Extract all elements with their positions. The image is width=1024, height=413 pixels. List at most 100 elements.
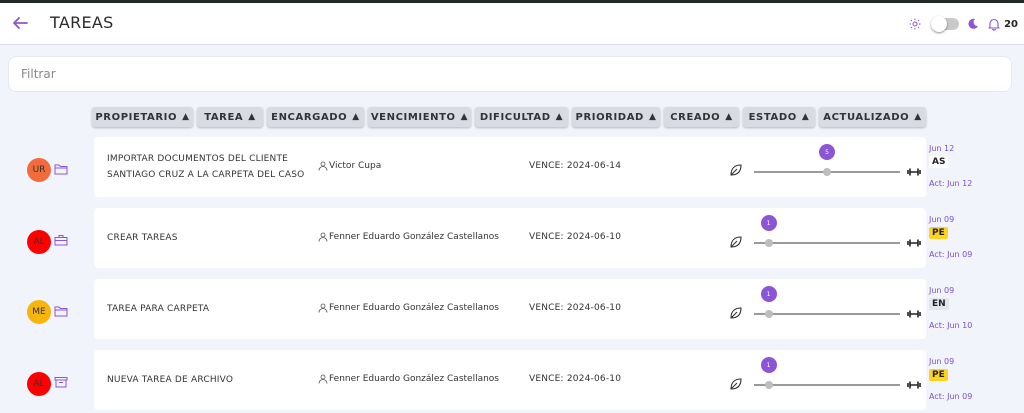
task-updated-date: Act: Jun 09 (929, 250, 973, 259)
difficulty-slider-thumb[interactable] (764, 310, 773, 318)
owner-avatar: UR (27, 158, 51, 182)
difficulty-slider-track[interactable] (754, 313, 900, 315)
task-created-date: Jun 09 (929, 215, 955, 224)
assignee-name: Victor Cupa (329, 161, 382, 171)
user-icon (318, 161, 328, 171)
task-title-line: TAREA PARA CARPETA (107, 304, 210, 314)
column-creado[interactable]: CREADO ▲ (664, 107, 739, 127)
archive-icon (54, 377, 68, 388)
dumbbell-icon (907, 310, 921, 318)
column-propietario[interactable]: PROPIETARIO ▲ (92, 107, 193, 127)
header-actions: 20 (909, 15, 1018, 33)
leaf-icon (730, 164, 742, 176)
chevron-up-icon: ▲ (460, 112, 469, 122)
column-actualizado[interactable]: ACTUALIZADO ▲ (819, 107, 926, 127)
task-title-line: CREAR TAREAS (107, 233, 178, 243)
briefcase-icon (54, 235, 68, 246)
difficulty-slider-track[interactable] (754, 242, 900, 244)
task-due-date: VENCE: 2024-06-14 (529, 161, 622, 171)
column-sort-headers: PROPIETARIO ▲ TAREA ▲ ENCARGADO ▲ VENCIMIEN… (92, 107, 930, 127)
column-label: TAREA (204, 111, 244, 123)
chevron-up-icon: ▲ (352, 112, 360, 122)
column-vencimiento[interactable]: VENCIMIENTO ▲ (368, 107, 471, 127)
column-prioridad[interactable]: PRIORIDAD ▲ (572, 107, 660, 127)
task-assignee: Victor Cupa (318, 161, 381, 171)
difficulty-slider-track[interactable] (754, 384, 900, 386)
task-row[interactable]: AL NUEVA TAREA DE ARCHIVO Fenner Eduardo… (0, 350, 1024, 410)
back-arrow-icon[interactable] (10, 13, 30, 33)
leaf-icon (730, 307, 742, 319)
assignee-name: Fenner Eduardo González Castellanos (329, 374, 499, 384)
theme-toggle[interactable] (931, 16, 960, 32)
column-dificultad[interactable]: DIFICULTAD ▲ (475, 107, 568, 127)
app-header: TAREAS 20 (0, 3, 1024, 45)
task-title[interactable]: NUEVA TAREA DE ARCHIVO (107, 372, 233, 388)
task-created-date: Jun 12 (929, 144, 955, 153)
moon-icon (968, 18, 979, 29)
task-created-date: Jun 09 (929, 357, 955, 366)
column-tarea[interactable]: TAREA ▲ (197, 107, 263, 127)
column-label: ENCARGADO (271, 111, 348, 123)
difficulty-value: 5 (819, 144, 835, 160)
user-icon (318, 232, 328, 242)
chevron-up-icon: ▲ (725, 112, 733, 122)
difficulty-slider-thumb[interactable] (823, 168, 831, 176)
assignee-name: Fenner Eduardo González Castellanos (329, 232, 499, 242)
user-icon (318, 303, 328, 313)
owner-avatar: ME (27, 300, 51, 324)
status-badge: AS (929, 156, 949, 168)
column-label: PRIORIDAD (575, 111, 644, 123)
difficulty-slider-thumb[interactable] (764, 239, 773, 247)
task-due-date: VENCE: 2024-06-10 (529, 303, 622, 313)
leaf-icon (730, 378, 742, 390)
status-badge: EN (929, 298, 949, 310)
task-title[interactable]: IMPORTAR DOCUMENTOS DEL CLIENTE SANTIAGO… (107, 151, 304, 183)
column-label: CREADO (670, 111, 721, 123)
owner-avatar: AL (27, 372, 51, 396)
dumbbell-icon (907, 168, 921, 176)
task-updated-date: Act: Jun 12 (929, 179, 973, 188)
page-title: TAREAS (50, 13, 114, 32)
bell-icon[interactable] (987, 17, 1001, 31)
notification-count: 20 (1004, 18, 1018, 30)
task-updated-date: Act: Jun 09 (929, 392, 973, 401)
task-due-date: VENCE: 2024-06-10 (529, 374, 622, 384)
task-card[interactable] (94, 208, 926, 268)
chevron-up-icon: ▲ (914, 112, 922, 122)
task-row[interactable]: AL CREAR TAREAS Fenner Eduardo González … (0, 208, 1024, 268)
assignee-name: Fenner Eduardo González Castellanos (329, 303, 499, 313)
task-title-line: NUEVA TAREA DE ARCHIVO (107, 375, 234, 385)
task-title-line: IMPORTAR DOCUMENTOS DEL CLIENTE (107, 154, 289, 164)
chevron-up-icon: ▲ (648, 112, 657, 122)
filter-bar (8, 56, 1012, 92)
difficulty-value: 1 (760, 215, 777, 231)
task-title-line: SANTIAGO CRUZ A LA CARPETA DEL CASO (107, 170, 305, 180)
column-label: VENCIMIENTO (370, 111, 456, 123)
task-title[interactable]: TAREA PARA CARPETA (107, 301, 209, 317)
column-estado[interactable]: ESTADO ▲ (743, 107, 815, 127)
task-title[interactable]: CREAR TAREAS (107, 230, 178, 246)
task-row[interactable]: ME TAREA PARA CARPETA Fenner Eduardo Gon… (0, 279, 1024, 339)
user-icon (318, 374, 328, 384)
task-card[interactable] (94, 279, 926, 339)
difficulty-slider-thumb[interactable] (764, 381, 773, 389)
column-label: ESTADO (748, 111, 797, 123)
folder-icon (54, 164, 68, 175)
column-encargado[interactable]: ENCARGADO ▲ (267, 107, 364, 127)
column-label: PROPIETARIO (95, 111, 178, 123)
task-row[interactable]: UR IMPORTAR DOCUMENTOS DEL CLIENTE SANTI… (0, 137, 1024, 197)
chevron-up-icon: ▲ (248, 112, 256, 122)
chevron-up-icon: ▲ (182, 112, 190, 122)
chevron-up-icon: ▲ (555, 112, 564, 122)
sun-icon (909, 18, 921, 30)
task-updated-date: Act: Jun 10 (929, 321, 973, 330)
task-assignee: Fenner Eduardo González Castellanos (318, 303, 499, 313)
leaf-icon (730, 236, 742, 248)
toggle-knob (931, 16, 948, 32)
folder-icon (54, 306, 68, 317)
dumbbell-icon (907, 239, 921, 247)
status-badge: PE (929, 227, 948, 239)
filter-input[interactable] (9, 57, 1011, 91)
task-created-date: Jun 09 (929, 286, 955, 295)
difficulty-value: 1 (760, 357, 777, 373)
